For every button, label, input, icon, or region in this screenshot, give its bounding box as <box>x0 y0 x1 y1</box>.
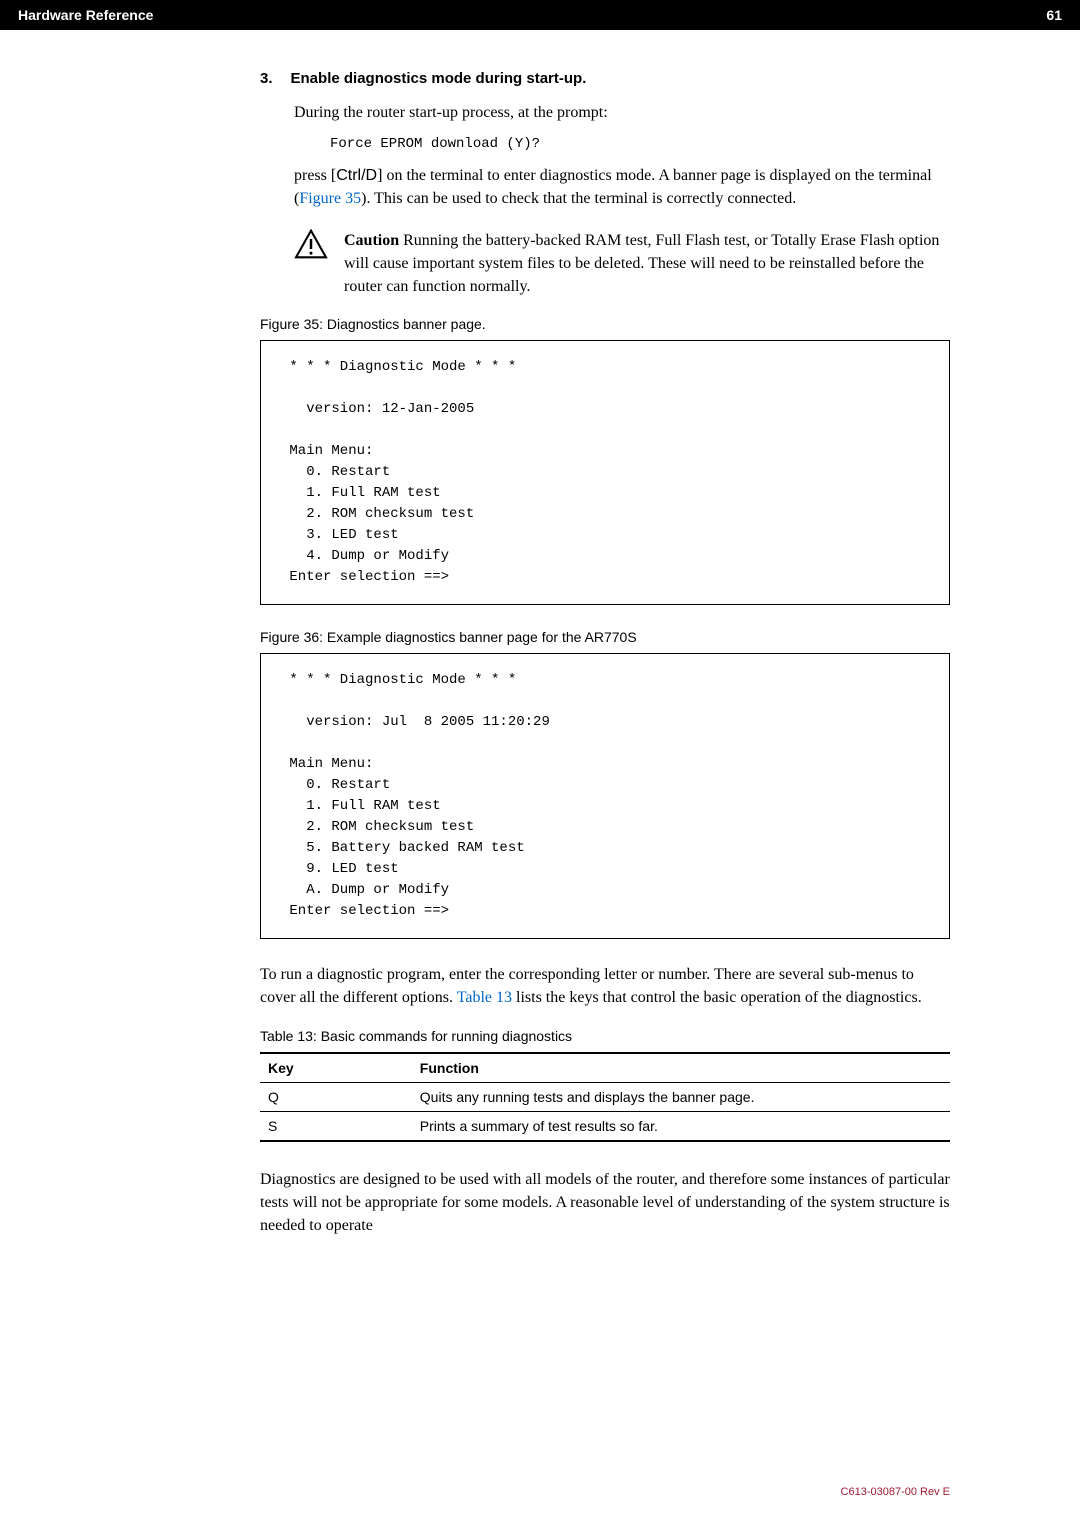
table-13-caption: Table 13: Basic commands for running dia… <box>260 1028 950 1044</box>
col-function: Function <box>412 1053 950 1083</box>
figure-35-caption: Figure 35: Diagnostics banner page. <box>260 316 950 332</box>
step-title: Enable diagnostics mode during start-up. <box>291 70 587 87</box>
step-heading: 3. Enable diagnostics mode during start-… <box>260 70 950 87</box>
cell-key: Q <box>260 1082 412 1111</box>
step-number: 3. <box>260 70 273 87</box>
cell-function: Quits any running tests and displays the… <box>412 1082 950 1111</box>
paragraph-4: Diagnostics are designed to be used with… <box>260 1168 950 1238</box>
paragraph-3: To run a diagnostic program, enter the c… <box>260 963 950 1009</box>
commands-table: Key Function Q Quits any running tests a… <box>260 1052 950 1142</box>
header-page-number: 61 <box>1046 7 1062 23</box>
figure-36-code: * * * Diagnostic Mode * * * version: Jul… <box>260 653 950 939</box>
table-row: Q Quits any running tests and displays t… <box>260 1082 950 1111</box>
cell-function: Prints a summary of test results so far. <box>412 1111 950 1141</box>
table-13-link[interactable]: Table 13 <box>457 989 512 1006</box>
warning-icon <box>294 229 328 299</box>
table-row: S Prints a summary of test results so fa… <box>260 1111 950 1141</box>
header-section-title: Hardware Reference <box>18 7 153 23</box>
key-combo: Ctrl/D <box>336 167 377 184</box>
figure-35-code: * * * Diagnostic Mode * * * version: 12-… <box>260 340 950 605</box>
document-code: C613-03087-00 Rev E <box>841 1486 950 1498</box>
page-header: Hardware Reference 61 <box>0 0 1080 30</box>
table-header-row: Key Function <box>260 1053 950 1083</box>
caution-block: Caution Running the battery-backed RAM t… <box>294 229 950 299</box>
figure-36-caption: Figure 36: Example diagnostics banner pa… <box>260 629 950 645</box>
figure-35-link[interactable]: Figure 35 <box>299 190 361 207</box>
paragraph-1: During the router start-up process, at t… <box>294 101 950 124</box>
code-prompt: Force EPROM download (Y)? <box>330 136 950 152</box>
paragraph-2: press [Ctrl/D] on the terminal to enter … <box>294 164 950 210</box>
page-content: 3. Enable diagnostics mode during start-… <box>0 30 1080 1237</box>
col-key: Key <box>260 1053 412 1083</box>
caution-text: Caution Running the battery-backed RAM t… <box>344 229 950 299</box>
cell-key: S <box>260 1111 412 1141</box>
caution-label: Caution <box>344 232 399 249</box>
